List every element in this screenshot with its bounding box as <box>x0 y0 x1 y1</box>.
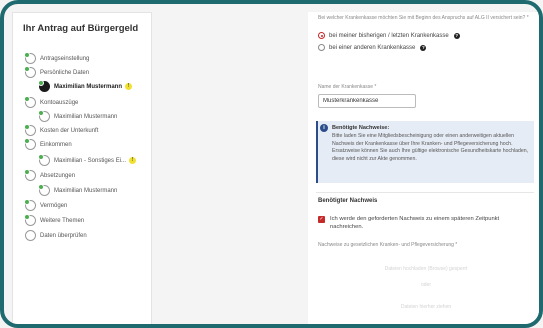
sidebar-item-persoenliche-daten[interactable]: Persönliche Daten <box>24 66 90 78</box>
radio-current-insurer[interactable]: bei meiner bisherigen / letzten Krankenk… <box>318 32 460 39</box>
help-icon[interactable]: ? <box>453 32 460 39</box>
sidebar-item-daten-ueberpruefen[interactable]: Daten überprüfen <box>25 230 87 241</box>
insurance-question: Bei welcher Krankenkasse möchten Sie mit… <box>318 15 529 21</box>
sidebar-item-label: Persönliche Daten <box>40 69 90 76</box>
help-icon[interactable]: ? <box>420 44 427 51</box>
upload-hint: oder <box>420 282 431 288</box>
sidebar-title: Ihr Antrag auf Bürgergeld <box>23 23 139 34</box>
sidebar-item-einkommen[interactable]: Einkommen <box>24 138 72 150</box>
warning-icon: ! <box>129 157 137 164</box>
radio-selected-icon[interactable] <box>318 32 325 39</box>
app-frame: Ihr Antrag auf Bürgergeld Antragseinstel… <box>0 0 543 328</box>
info-title: Benötigte Nachweise: <box>332 125 390 131</box>
sidebar-item-label: Vermögen <box>40 202 68 209</box>
completed-step-icon <box>38 110 50 122</box>
sidebar-item-label: Antragseinstellung <box>40 55 90 62</box>
sidebar-nav: Ihr Antrag auf Bürgergeld Antragseinstel… <box>12 12 152 324</box>
sidebar-item-label: Maximilian Mustermann <box>54 113 118 120</box>
sidebar-item-label: Kosten der Unterkunft <box>40 127 99 134</box>
sidebar-item-antragseinstellung[interactable]: Antragseinstellung <box>24 52 90 64</box>
completed-step-icon <box>24 66 36 78</box>
warning-icon: ! <box>125 83 133 90</box>
completed-step-icon <box>24 124 36 136</box>
completed-step-icon <box>38 154 50 166</box>
completed-step-icon <box>24 96 36 108</box>
sidebar-item-label: Einkommen <box>40 141 72 148</box>
upload-dropzone-disabled: Dateien hochladen (Browse) gesperrt oder… <box>318 252 534 322</box>
sidebar-item-maximilian-absetzungen[interactable]: Maximilian Mustermann <box>38 184 118 196</box>
sidebar-item-maximilian-persoenlich[interactable]: Maximilian Mustermann ! <box>38 80 133 92</box>
proof-section-title: Benötigter Nachweis <box>318 198 378 204</box>
upload-hint: Dateien hochladen (Browse) gesperrt <box>384 266 468 272</box>
sidebar-item-label: Weitere Themen <box>40 217 85 224</box>
sidebar-item-kontoauszuege[interactable]: Kontoauszüge <box>24 96 79 108</box>
submit-later-checkbox-row[interactable]: ✓ Ich werde den geforderten Nachweis zu … <box>318 215 528 231</box>
upload-label: Nachweise zu gesetzlichen Kranken- und P… <box>318 242 458 248</box>
sidebar-item-weitere-themen[interactable]: Weitere Themen <box>24 214 85 226</box>
checkbox-checked-icon[interactable]: ✓ <box>318 216 325 223</box>
radio-label: bei meiner bisherigen / letzten Krankenk… <box>329 32 449 39</box>
sidebar-item-label: Maximilian Mustermann <box>54 83 123 90</box>
current-step-icon <box>38 80 50 92</box>
checkbox-label: Ich werde den geforderten Nachweis zu ei… <box>330 216 500 230</box>
radio-unselected-icon[interactable] <box>318 44 325 51</box>
radio-other-insurer[interactable]: bei einer anderen Krankenkasse ? <box>318 44 427 51</box>
sidebar-item-absetzungen[interactable]: Absetzungen <box>24 169 76 181</box>
insurer-name-label: Name der Krankenkasse * <box>318 84 377 90</box>
completed-step-icon <box>24 199 36 211</box>
completed-step-icon <box>24 214 36 226</box>
sidebar-item-label: Daten überprüfen <box>40 232 87 239</box>
info-body: Bitte laden Sie eine Mitgliedsbescheinig… <box>332 133 529 162</box>
completed-step-icon <box>24 138 36 150</box>
main-form-panel: Bei welcher Krankenkasse möchten Sie mit… <box>308 12 539 324</box>
info-icon: i <box>320 124 328 132</box>
radio-label: bei einer anderen Krankenkasse <box>329 44 416 51</box>
sidebar-item-label: Maximilian - Sonstiges Ei... <box>54 157 127 164</box>
required-documents-info: i Benötigte Nachweise: Bitte laden Sie e… <box>316 121 534 183</box>
divider <box>316 192 534 193</box>
completed-step-icon <box>24 169 36 181</box>
sidebar-item-maximilian-konto[interactable]: Maximilian Mustermann <box>38 110 118 122</box>
sidebar-item-label: Absetzungen <box>40 172 76 179</box>
sidebar-item-maximilian-einkommen[interactable]: Maximilian - Sonstiges Ei... ! <box>38 154 137 166</box>
sidebar-item-label: Maximilian Mustermann <box>54 187 118 194</box>
sidebar-item-label: Kontoauszüge <box>40 99 79 106</box>
upload-hint: Dateien hierher ziehen <box>400 304 452 310</box>
sidebar-item-vermoegen[interactable]: Vermögen <box>24 199 68 211</box>
insurer-name-input[interactable] <box>318 94 416 108</box>
completed-step-icon <box>38 184 50 196</box>
completed-step-icon <box>24 52 36 64</box>
open-step-icon <box>25 230 36 241</box>
sidebar-item-kosten-unterkunft[interactable]: Kosten der Unterkunft <box>24 124 99 136</box>
